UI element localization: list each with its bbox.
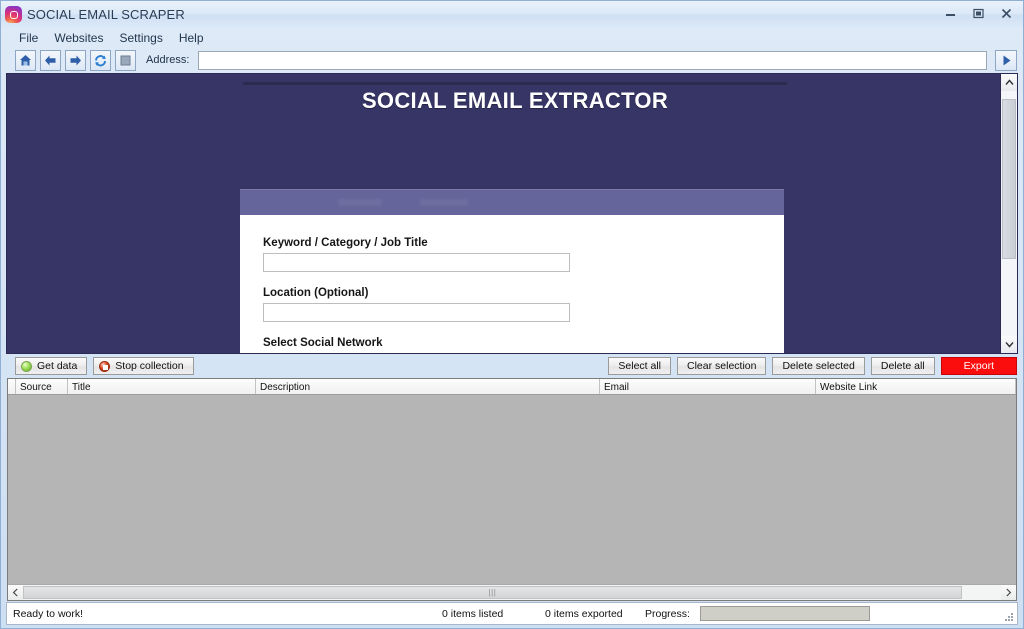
home-icon[interactable] xyxy=(15,50,36,71)
row-selector-column-header xyxy=(8,379,16,394)
close-icon[interactable] xyxy=(994,4,1019,22)
browser-toolbar: Address: xyxy=(1,47,1023,73)
results-table: Source Title Description Email Website L… xyxy=(7,378,1017,601)
status-bar: Ready to work! 0 items listed 0 items ex… xyxy=(6,602,1018,625)
grip-icon: ||| xyxy=(489,588,497,597)
clear-selection-button[interactable]: Clear selection xyxy=(677,357,766,375)
resize-grip-icon[interactable] xyxy=(1004,612,1014,622)
keyword-label: Keyword / Category / Job Title xyxy=(263,237,784,249)
scroll-track[interactable] xyxy=(1001,91,1017,336)
scroll-right-icon[interactable] xyxy=(1001,585,1016,600)
stop-icon[interactable] xyxy=(115,50,136,71)
delete-selected-button[interactable]: Delete selected xyxy=(772,357,864,375)
select-all-button[interactable]: Select all xyxy=(608,357,671,375)
column-header-website-link[interactable]: Website Link xyxy=(816,379,1016,394)
forward-arrow-icon[interactable] xyxy=(65,50,86,71)
column-header-email[interactable]: Email xyxy=(600,379,816,394)
page-nav-band xyxy=(240,189,784,215)
back-arrow-icon[interactable] xyxy=(40,50,61,71)
red-stop-led-icon xyxy=(99,361,110,372)
address-label: Address: xyxy=(146,54,189,66)
application-window: SOCIAL EMAIL SCRAPER File Websites Setti… xyxy=(0,0,1024,629)
progress-label: Progress: xyxy=(645,608,690,620)
export-button[interactable]: Export xyxy=(941,357,1017,375)
maximize-icon[interactable] xyxy=(966,4,991,22)
items-exported-count: 0 items exported xyxy=(545,608,623,620)
table-body[interactable] xyxy=(8,395,1016,584)
web-page: SOCIAL EMAIL EXTRACTOR Keyword / Categor… xyxy=(7,74,1000,353)
table-header-row: Source Title Description Email Website L… xyxy=(8,379,1016,395)
social-network-label: Select Social Network xyxy=(263,337,784,349)
minimize-icon[interactable] xyxy=(938,4,963,22)
table-horizontal-scrollbar[interactable]: ||| xyxy=(8,584,1016,600)
menu-item-websites[interactable]: Websites xyxy=(50,30,115,46)
scroll-up-icon[interactable] xyxy=(1001,74,1017,91)
column-header-description[interactable]: Description xyxy=(256,379,600,394)
embedded-browser: SOCIAL EMAIL EXTRACTOR Keyword / Categor… xyxy=(6,73,1018,354)
page-title: SOCIAL EMAIL EXTRACTOR xyxy=(243,88,787,114)
delete-all-button[interactable]: Delete all xyxy=(871,357,935,375)
keyword-input[interactable] xyxy=(263,253,570,272)
hscroll-thumb[interactable]: ||| xyxy=(23,586,962,599)
refresh-icon[interactable] xyxy=(90,50,111,71)
scroll-thumb[interactable] xyxy=(1002,99,1016,259)
menu-item-settings[interactable]: Settings xyxy=(115,30,174,46)
progress-bar xyxy=(700,606,870,621)
get-data-button[interactable]: Get data xyxy=(15,357,87,375)
scroll-left-icon[interactable] xyxy=(8,585,23,600)
menu-item-file[interactable]: File xyxy=(15,30,50,46)
location-label: Location (Optional) xyxy=(263,287,784,299)
column-header-source[interactable]: Source xyxy=(16,379,68,394)
browser-vertical-scrollbar[interactable] xyxy=(1000,74,1017,353)
stop-collection-button[interactable]: Stop collection xyxy=(93,357,193,375)
get-data-label: Get data xyxy=(37,360,77,372)
hscroll-track[interactable]: ||| xyxy=(23,585,1001,600)
window-title: SOCIAL EMAIL SCRAPER xyxy=(27,7,185,22)
menu-item-help[interactable]: Help xyxy=(175,30,216,46)
green-led-icon xyxy=(21,361,32,372)
scroll-down-icon[interactable] xyxy=(1001,336,1017,353)
extractor-form: Keyword / Category / Job Title Location … xyxy=(240,215,784,353)
go-arrow-icon[interactable] xyxy=(995,50,1017,71)
items-listed-count: 0 items listed xyxy=(442,608,503,620)
location-input[interactable] xyxy=(263,303,570,322)
menu-bar: File Websites Settings Help xyxy=(1,28,1023,47)
address-input[interactable] xyxy=(198,51,987,70)
stop-collection-label: Stop collection xyxy=(115,360,183,372)
instagram-camera-icon xyxy=(5,6,22,23)
window-controls xyxy=(938,4,1019,22)
action-bar: Get data Stop collection Select all Clea… xyxy=(1,354,1023,378)
column-header-title[interactable]: Title xyxy=(68,379,256,394)
title-bar: SOCIAL EMAIL SCRAPER xyxy=(1,1,1023,28)
page-top-rule xyxy=(243,82,787,85)
status-message: Ready to work! xyxy=(13,608,83,620)
